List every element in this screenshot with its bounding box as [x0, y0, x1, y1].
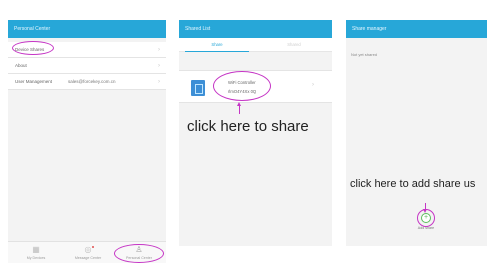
nav-tab-my-devices[interactable]: ▦ My Devices — [10, 242, 62, 263]
nav-tab-label: Message Center — [74, 256, 102, 260]
menu-item-label: User Management — [15, 79, 53, 84]
share-manager-header: Share manager — [346, 20, 487, 38]
highlight-ring-add — [417, 209, 435, 227]
menu-item-about[interactable]: About › — [8, 58, 166, 74]
share-manager-screen: Share manager Not yet shared + Add share — [346, 20, 487, 246]
highlight-ring-personal-center — [114, 244, 164, 263]
nav-tab-message-center[interactable]: ◎ Message Center — [62, 242, 114, 263]
nav-tab-label: My Devices — [26, 256, 46, 260]
add-share-label: Add share — [417, 226, 435, 230]
page-title: Shared List — [185, 26, 211, 32]
unread-badge — [92, 246, 94, 248]
tab-label: Share — [211, 42, 223, 47]
tab-label: Shared — [287, 42, 301, 47]
chevron-right-icon: › — [158, 63, 160, 69]
menu-item-label: About — [15, 63, 27, 68]
highlight-ring-device-shares — [12, 41, 54, 55]
page-title: Share manager — [352, 26, 387, 32]
instruction-caption-add-share: click here to add share us — [350, 178, 476, 190]
chevron-right-icon: › — [158, 47, 160, 53]
page-title: Personal Center — [14, 26, 51, 32]
chevron-right-icon: › — [312, 82, 314, 88]
menu-item-user-management[interactable]: User Management sales@forcekey.com.cn › — [8, 74, 166, 90]
tab-share[interactable]: Share — [179, 38, 255, 52]
message-icon: ◎ — [84, 245, 92, 254]
share-status-text: Not yet shared — [351, 52, 378, 57]
personal-center-screen: Personal Center Device Shares › About › … — [8, 20, 166, 263]
share-tabs: Share Shared — [179, 38, 332, 52]
highlight-ring-device — [213, 71, 271, 101]
wifi-controller-icon — [191, 80, 205, 96]
instruction-caption-share: click here to share — [187, 118, 309, 135]
personal-center-header: Personal Center — [8, 20, 166, 38]
user-email: sales@forcekey.com.cn — [68, 79, 116, 84]
active-tab-indicator — [185, 51, 249, 52]
arrowhead-icon — [237, 102, 241, 106]
shared-list-header: Shared List — [179, 20, 332, 38]
tab-shared[interactable]: Shared — [256, 38, 332, 52]
chevron-right-icon: › — [158, 79, 160, 85]
grid-icon: ▦ — [32, 245, 40, 254]
